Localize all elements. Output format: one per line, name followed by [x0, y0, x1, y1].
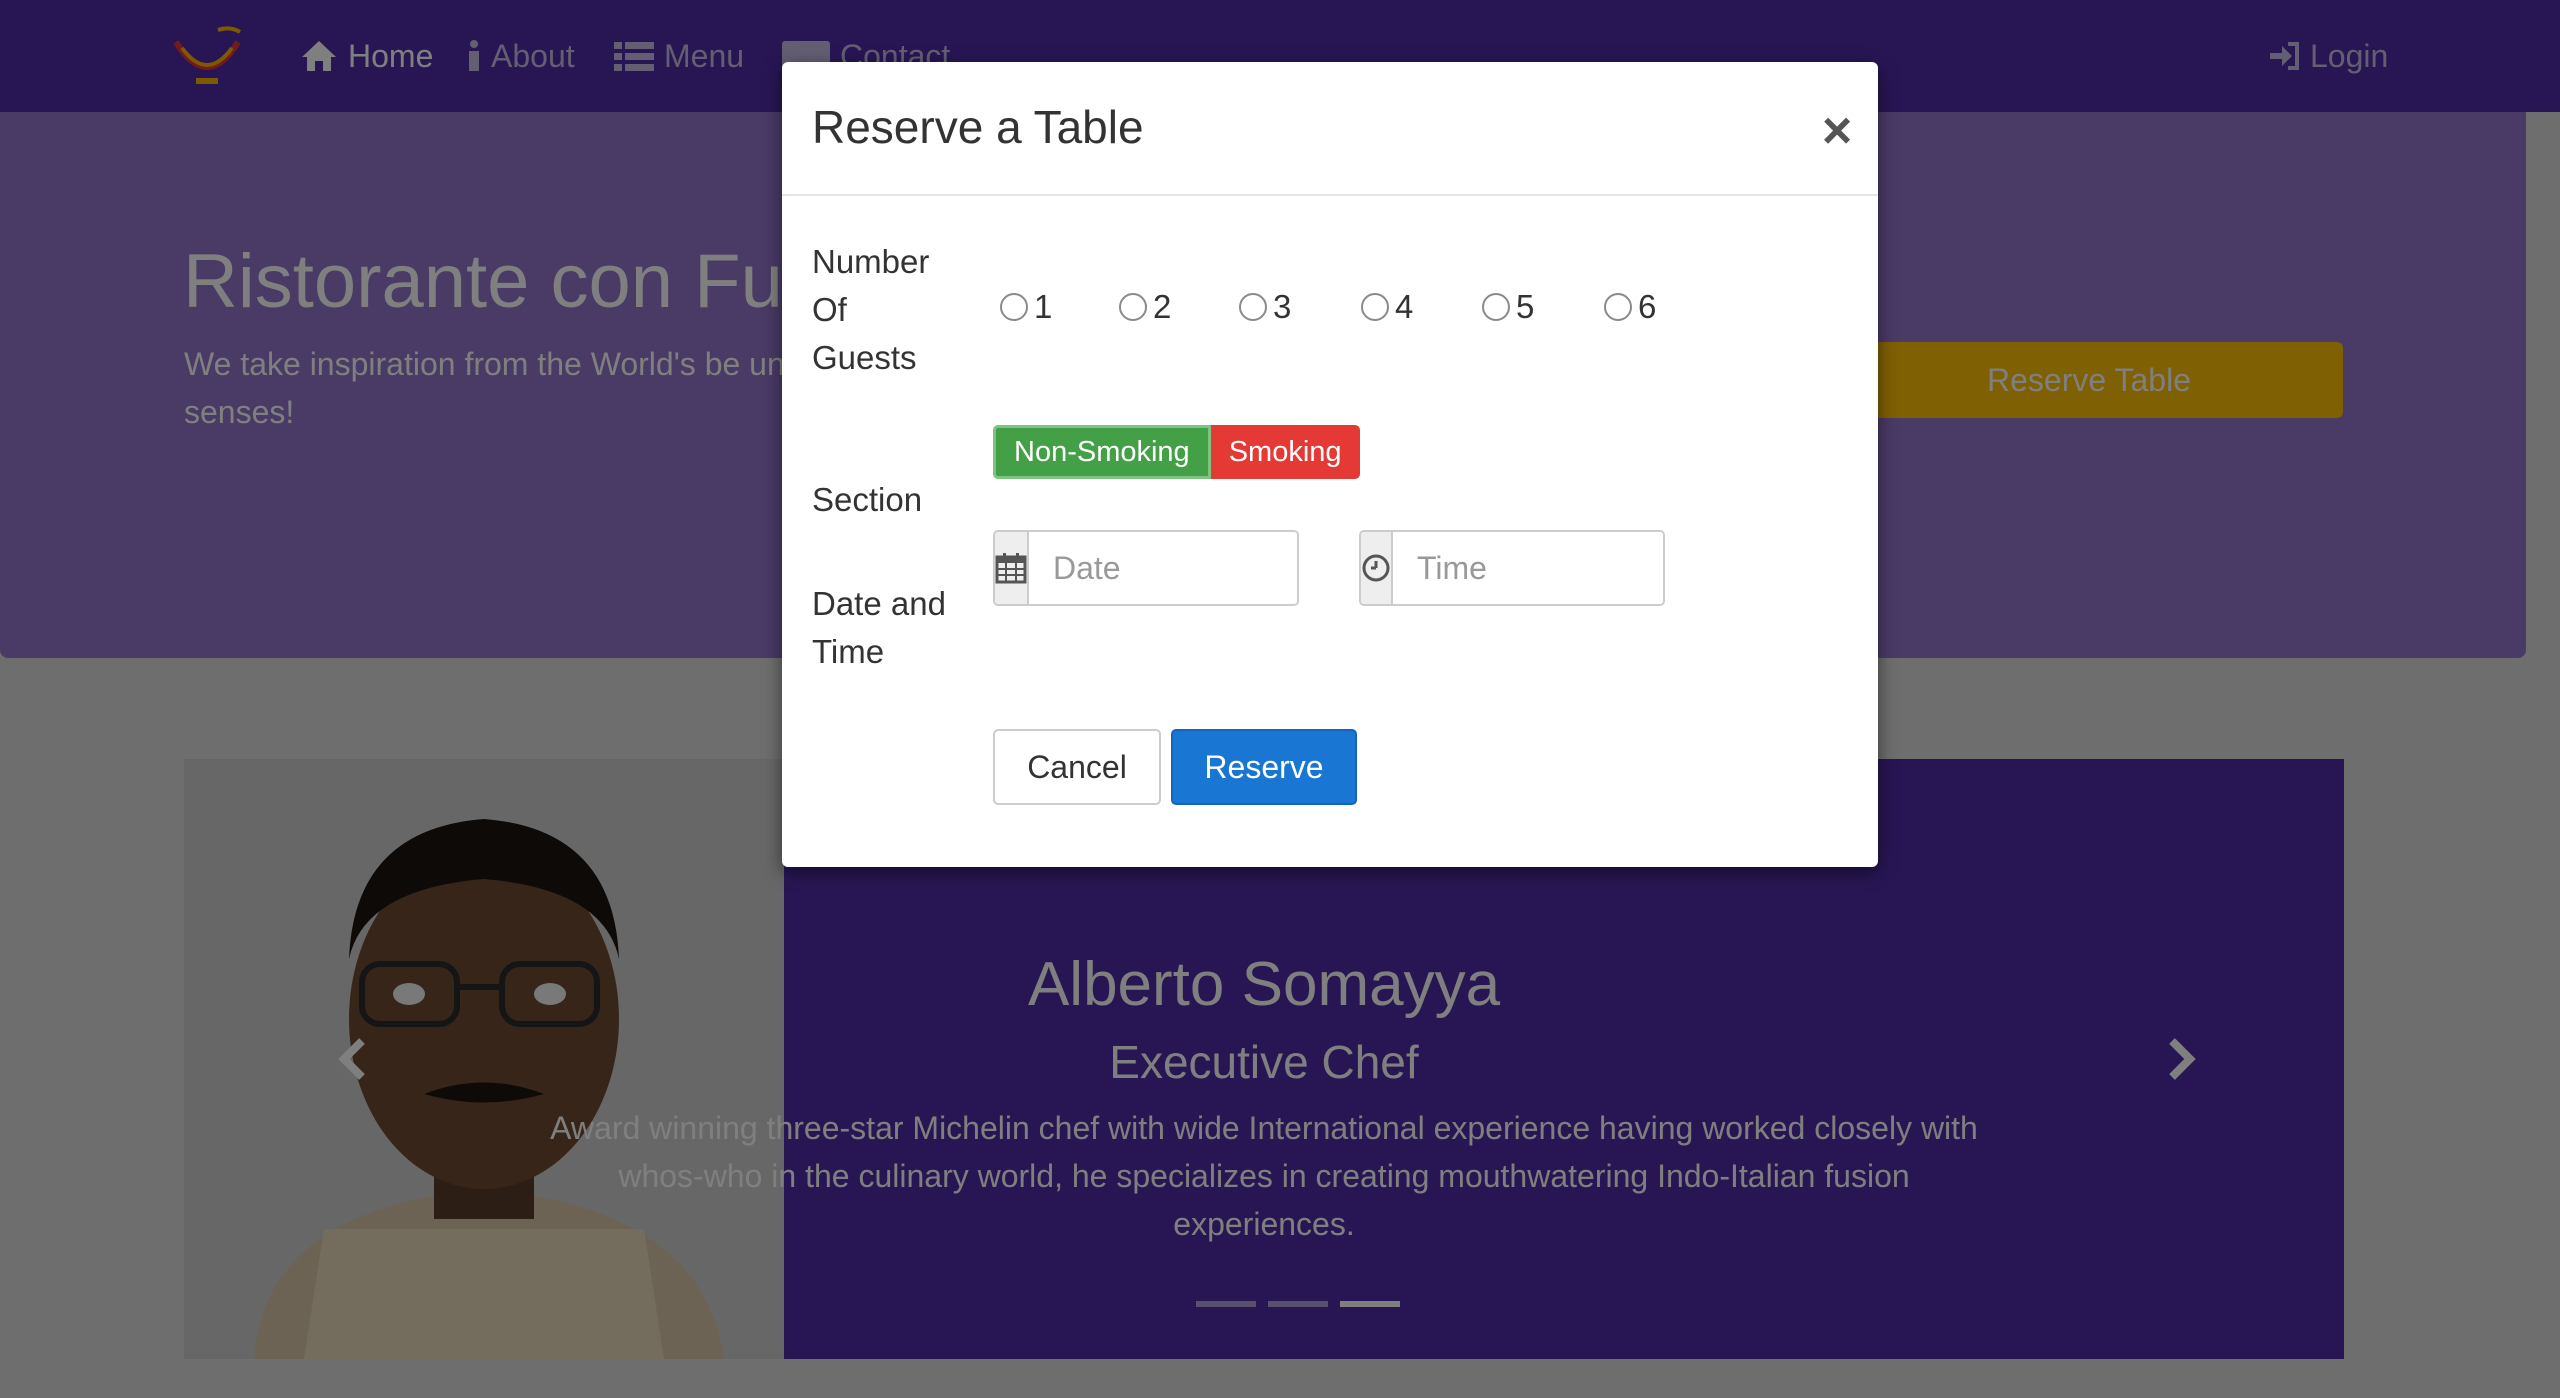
radio-circle[interactable] [1604, 293, 1632, 321]
guest-option-label: 3 [1273, 288, 1292, 325]
guest-option-3[interactable]: 3 [1239, 288, 1291, 326]
guest-option-2[interactable]: 2 [1119, 288, 1171, 326]
time-input[interactable] [1393, 532, 1663, 604]
radio-circle[interactable] [1119, 293, 1147, 321]
time-input-group [1359, 530, 1665, 606]
radio-circle[interactable] [1482, 293, 1510, 321]
radio-circle[interactable] [1239, 293, 1267, 321]
modal-title: Reserve a Table [812, 101, 1144, 153]
non-smoking-button[interactable]: Non-Smoking [993, 425, 1211, 479]
section-toggle: Non-Smoking Smoking [993, 425, 1360, 479]
guest-option-label: 5 [1516, 288, 1535, 325]
guest-option-6[interactable]: 6 [1604, 288, 1656, 326]
guest-option-label: 6 [1638, 288, 1657, 325]
guest-option-label: 4 [1395, 288, 1414, 325]
smoking-button[interactable]: Smoking [1210, 425, 1360, 479]
guest-option-label: 1 [1034, 288, 1053, 325]
radio-circle[interactable] [1000, 293, 1028, 321]
date-input[interactable] [1029, 532, 1297, 604]
radio-circle[interactable] [1361, 293, 1389, 321]
modal-header: Reserve a Table × [782, 62, 1878, 196]
cancel-button[interactable]: Cancel [993, 729, 1161, 805]
time-addon [1361, 532, 1393, 604]
guest-option-4[interactable]: 4 [1361, 288, 1413, 326]
clock-icon [1362, 554, 1390, 582]
guest-option-label: 2 [1153, 288, 1172, 325]
datetime-label: Date and Time [812, 585, 946, 670]
calendar-icon [995, 553, 1027, 584]
reserve-button[interactable]: Reserve [1171, 729, 1357, 805]
guest-option-1[interactable]: 1 [1000, 288, 1052, 326]
reserve-table-modal: Reserve a Table × Number Of Guests 1 2 3… [782, 62, 1878, 867]
guests-label: Number Of Guests [812, 243, 930, 376]
date-addon [995, 532, 1029, 604]
section-label: Section [812, 481, 923, 518]
close-icon[interactable]: × [1812, 105, 1862, 157]
guest-option-5[interactable]: 5 [1482, 288, 1534, 326]
date-input-group [993, 530, 1299, 606]
